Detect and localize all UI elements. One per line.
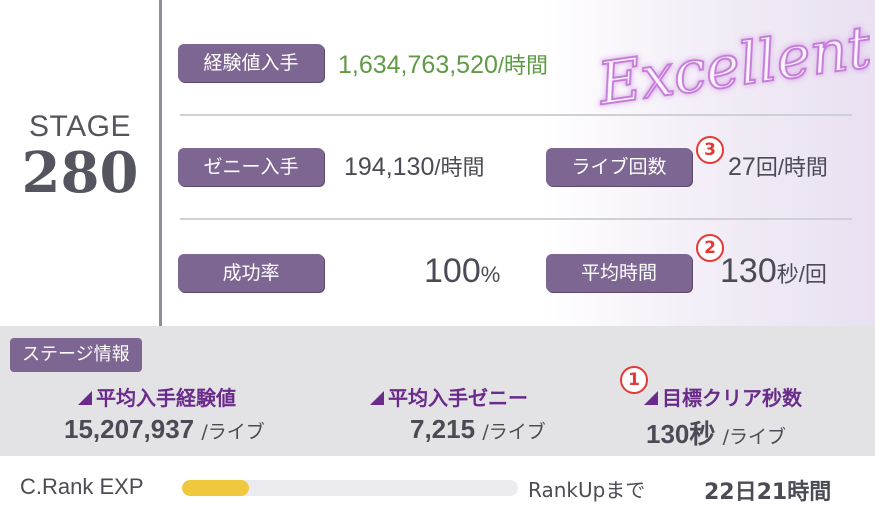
divider-row-2 xyxy=(180,218,852,220)
stat-label-avg-exp: 平均入手経験値 xyxy=(78,382,236,411)
exp-value: 1,634,763,520/時間 xyxy=(338,51,549,79)
live-count-tag: ライブ回数 xyxy=(546,148,692,186)
live-count-value: 27回/時間 xyxy=(728,153,828,181)
zeny-value: 194,130/時間 xyxy=(344,153,485,181)
crank-exp-progress-bar xyxy=(182,480,518,496)
stat-label-target-clear-time: 目標クリア秒数 xyxy=(644,382,802,411)
exp-tag: 経験値入手 xyxy=(178,44,324,82)
excellent-badge: Excellent xyxy=(592,11,870,118)
divider-vertical xyxy=(159,0,162,326)
triangle-icon xyxy=(370,390,384,405)
success-rate-tag: 成功率 xyxy=(178,254,324,292)
avg-time-tag: 平均時間 xyxy=(546,254,692,292)
triangle-icon xyxy=(78,390,92,405)
avg-time-value: 130秒/回 xyxy=(720,252,827,290)
marker-3: 3 xyxy=(696,136,724,164)
stage-number: 280 xyxy=(21,140,139,206)
crank-exp-label: C.Rank EXP xyxy=(20,474,144,499)
rankup-time: 22日21時間 xyxy=(704,480,832,505)
triangle-icon xyxy=(644,390,658,405)
stage-info-tag: ステージ情報 xyxy=(10,338,142,372)
stage-indicator: STAGE 280 xyxy=(0,110,160,202)
zeny-tag: ゼニー入手 xyxy=(178,148,324,186)
stat-value-avg-zeny: 7,215 /ライブ xyxy=(410,414,546,444)
rankup-label: RankUpまで xyxy=(528,478,646,502)
crank-exp-progress-fill xyxy=(182,480,250,496)
stat-value-avg-exp: 15,207,937 /ライブ xyxy=(64,414,265,444)
stat-value-target-clear-time: 130秒 /ライブ xyxy=(646,419,787,449)
stat-label-avg-zeny: 平均入手ゼニー xyxy=(370,382,528,411)
stage-label: STAGE xyxy=(29,110,131,143)
svg-text:Excellent: Excellent xyxy=(593,12,870,118)
success-rate-value: 100% xyxy=(424,252,501,290)
